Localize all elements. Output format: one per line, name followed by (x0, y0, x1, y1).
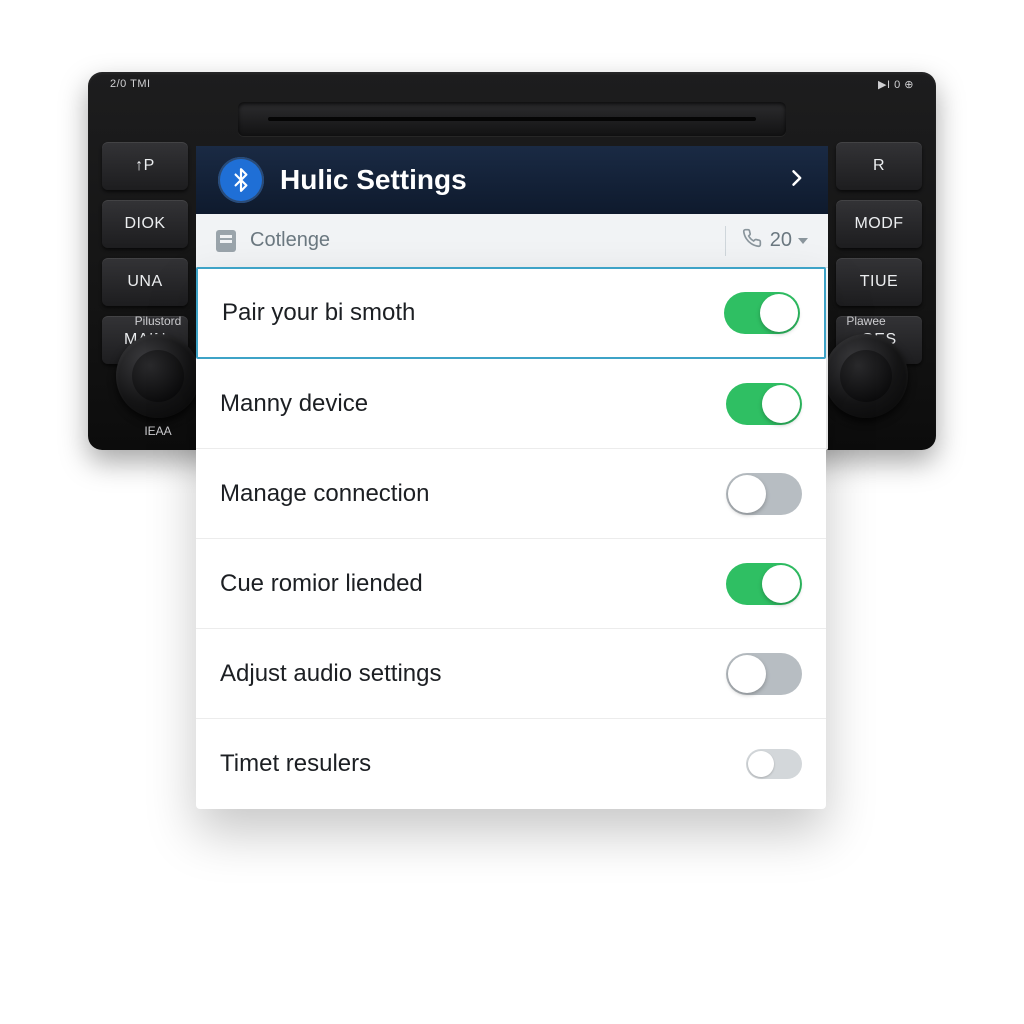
volume-knob-right[interactable] (824, 334, 908, 418)
subbar-count: 20 (770, 229, 792, 252)
stereo-top-left-label: 2/0 TMI (110, 78, 151, 100)
clipboard-icon (216, 230, 236, 252)
hw-button-p[interactable]: ↑P (102, 142, 188, 190)
toggle-thumb (762, 385, 800, 423)
hw-button-modf[interactable]: MODF (836, 200, 922, 248)
toggle-switch[interactable] (724, 292, 800, 334)
hw-button-una[interactable]: UNA (102, 258, 188, 306)
toggle-switch[interactable] (726, 563, 802, 605)
cd-slot (238, 102, 786, 136)
settings-row[interactable]: Manage connection (196, 449, 826, 539)
settings-row[interactable]: Timet resulers (196, 719, 826, 809)
hw-button-diok[interactable]: DIOK (102, 200, 188, 248)
hw-button-r[interactable]: R (836, 142, 922, 190)
settings-title: Hulic Settings (280, 164, 770, 196)
toggle-thumb (728, 475, 766, 513)
settings-header[interactable]: Hulic Settings (196, 146, 828, 214)
subbar-count-dropdown[interactable]: 20 (770, 229, 808, 252)
stereo-top-right-label: ▶I 0 ⊕ (878, 78, 914, 100)
volume-knob-left[interactable] (116, 334, 200, 418)
settings-row-label: Manage connection (220, 480, 726, 508)
toggle-switch[interactable] (726, 653, 802, 695)
toggle-switch[interactable] (726, 473, 802, 515)
settings-row-label: Manny device (220, 390, 726, 418)
stereo-top-strip: 2/0 TMI ▶I 0 ⊕ (110, 78, 914, 100)
toggle-thumb (762, 565, 800, 603)
settings-row[interactable]: Adjust audio settings (196, 629, 826, 719)
settings-row-label: Cue romior liended (220, 570, 726, 598)
caret-down-icon (798, 238, 808, 244)
phone-icon (742, 228, 762, 254)
chevron-right-icon[interactable] (786, 163, 806, 198)
settings-row-label: Adjust audio settings (220, 660, 726, 688)
subbar-label: Cotlenge (250, 229, 330, 252)
settings-list: Pair your bi smoth Manny device Manage con… (196, 268, 826, 809)
settings-row[interactable]: Pair your bi smoth (196, 267, 826, 359)
hw-button-tiue[interactable]: TIUE (836, 258, 922, 306)
settings-row[interactable]: Manny device (196, 359, 826, 449)
bluetooth-icon (218, 157, 264, 203)
toggle-thumb (728, 655, 766, 693)
settings-subbar: Cotlenge 20 (196, 214, 828, 268)
settings-row[interactable]: Cue romior liended (196, 539, 826, 629)
toggle-thumb (760, 294, 798, 332)
subbar-divider (725, 226, 726, 256)
settings-row-label: Pair your bi smoth (222, 299, 724, 327)
toggle-thumb (748, 751, 774, 777)
toggle-switch[interactable] (746, 749, 802, 779)
settings-row-label: Timet resulers (220, 750, 746, 778)
toggle-switch[interactable] (726, 383, 802, 425)
